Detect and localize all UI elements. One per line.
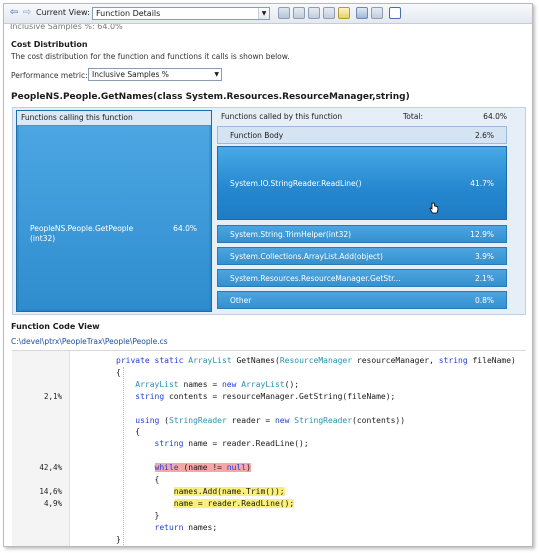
export-icon[interactable]: [323, 7, 335, 19]
callee-getstring[interactable]: System.Resources.ResourceManager.GetStr.…: [217, 269, 507, 287]
callee-readline[interactable]: System.IO.StringReader.ReadLine() 41.7%: [217, 146, 507, 220]
settings-icon[interactable]: [371, 7, 383, 19]
callee-other[interactable]: Other 0.8%: [217, 291, 507, 309]
code-editor[interactable]: private static ArrayList GetNames(Resour…: [12, 350, 526, 546]
code-line: {: [116, 475, 160, 484]
callee-value: 2.1%: [474, 274, 494, 283]
total-label: Total:: [403, 112, 424, 121]
function-title: PeopleNS.People.GetNames(class System.Re…: [11, 92, 410, 102]
callee-function-body[interactable]: Function Body 2.6%: [217, 126, 507, 144]
code-line: string name = reader.ReadLine();: [154, 439, 309, 449]
code-line: names.Add(name.Trim());: [173, 486, 285, 496]
code-line: return names;: [154, 522, 218, 532]
caller-name: PeopleNS.People.GetPeople (int32): [30, 224, 134, 243]
performance-metric-label: Performance metric:: [11, 71, 88, 80]
sample-percent: 14,6%: [39, 486, 62, 496]
filter-icon[interactable]: [293, 7, 305, 19]
highlight-icon[interactable]: [338, 7, 350, 19]
callees-header: Functions called by this function Total:…: [217, 110, 523, 124]
back-arrow-icon[interactable]: ⇦: [8, 7, 20, 19]
code-line: }: [116, 510, 160, 520]
code-line: string contents = resourceManager.GetStr…: [135, 391, 396, 401]
callee-name: System.String.TrimHelper(int32): [230, 230, 352, 239]
performance-metric-select[interactable]: Inclusive Samples % ▼: [88, 68, 222, 81]
compare-icon[interactable]: [308, 7, 320, 19]
cost-distribution-panel: Functions calling this function PeopleNS…: [12, 107, 526, 315]
code-line: }: [116, 534, 121, 544]
callee-name: System.IO.StringReader.ReadLine(): [230, 179, 362, 188]
callee-value: 12.9%: [470, 230, 494, 239]
cost-distribution-title: Cost Distribution: [11, 40, 88, 49]
caller-value: 64.0%: [173, 224, 197, 233]
code-line: name = reader.ReadLine();: [173, 498, 295, 508]
code-line: private static ArrayList GetNames(Resour…: [116, 356, 516, 365]
panel-layout-icon[interactable]: [389, 7, 401, 19]
callee-value: 41.7%: [470, 179, 494, 188]
code-line: ArrayList names = new ArrayList();: [135, 379, 300, 389]
find-icon[interactable]: [356, 7, 368, 19]
callee-arraylist-add[interactable]: System.Collections.ArrayList.Add(object)…: [217, 247, 507, 265]
function-details-window: ⇦ ⇨ Current View: Function Details ▼ Inc…: [3, 3, 533, 547]
callee-value: 0.8%: [474, 296, 494, 305]
report-icon[interactable]: [278, 7, 290, 19]
function-code-view-title: Function Code View: [11, 322, 100, 331]
total-value: 64.0%: [483, 112, 507, 121]
cost-distribution-description: The cost distribution for the function a…: [11, 52, 290, 61]
callee-name: Other: [230, 296, 252, 305]
callers-header: Functions calling this function: [17, 111, 211, 125]
callee-value: 3.9%: [474, 252, 494, 261]
forward-arrow-icon[interactable]: ⇨: [21, 7, 33, 19]
sample-percent: 2,1%: [43, 391, 62, 401]
callees-pane: Functions called by this function Total:…: [217, 110, 523, 312]
callee-name: System.Collections.ArrayList.Add(object): [230, 252, 383, 261]
sample-percent: 4,9%: [43, 498, 62, 508]
code-line: {: [116, 427, 141, 437]
performance-metric-value: Inclusive Samples %: [92, 70, 169, 79]
chevron-down-icon[interactable]: ▼: [214, 69, 219, 80]
callees-header-label: Functions called by this function: [221, 112, 343, 121]
source-file-link[interactable]: C:\devel\ptrx\PeopleTrax\People\People.c…: [11, 337, 168, 346]
code-line: while (name != null): [154, 463, 251, 473]
callee-name: System.Resources.ResourceManager.GetStr.…: [230, 274, 401, 283]
callers-pane: Functions calling this function PeopleNS…: [16, 110, 212, 312]
caller-item[interactable]: PeopleNS.People.GetPeople (int32) 64.0%: [19, 126, 209, 309]
toolbar: ⇦ ⇨ Current View: Function Details ▼: [4, 4, 532, 24]
current-view-value: Function Details: [96, 9, 161, 18]
callee-name: Function Body: [230, 131, 284, 140]
sample-percent: 42,4%: [39, 463, 62, 473]
chevron-down-icon[interactable]: ▼: [258, 8, 269, 19]
code-line: {: [116, 367, 121, 377]
hand-cursor-icon: [429, 202, 439, 214]
current-view-label: Current View:: [36, 8, 90, 17]
code-line: using (StringReader reader = new StringR…: [135, 415, 406, 425]
sample-gutter: [12, 351, 70, 546]
current-view-select[interactable]: Function Details ▼: [92, 7, 270, 20]
callee-trimhelper[interactable]: System.String.TrimHelper(int32) 12.9%: [217, 225, 507, 243]
callee-value: 2.6%: [474, 131, 494, 140]
